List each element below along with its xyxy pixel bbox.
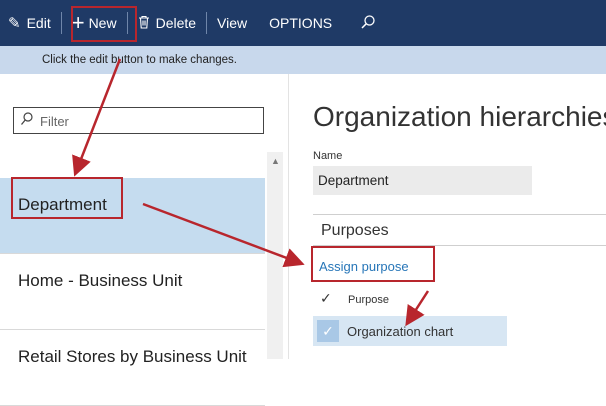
name-field[interactable]: Department xyxy=(313,166,532,195)
pencil-icon: ✎ xyxy=(8,14,21,32)
filter-box[interactable] xyxy=(13,107,264,134)
filter-search-icon xyxy=(20,112,33,125)
delete-button[interactable]: Delete xyxy=(130,0,204,46)
options-button-label: OPTIONS xyxy=(269,15,333,31)
search-button[interactable] xyxy=(340,0,384,46)
trash-icon xyxy=(138,15,150,32)
list-item-label: Retail Stores by Business Unit xyxy=(18,347,247,366)
page-title: Organization hierarchies xyxy=(313,101,606,132)
view-button[interactable]: View xyxy=(209,0,255,46)
select-all-check-icon[interactable]: ✓ xyxy=(320,290,332,307)
filter-input[interactable] xyxy=(38,109,262,134)
table-row[interactable]: ✓ Organization chart xyxy=(313,316,507,346)
purposes-section-title[interactable]: Purposes xyxy=(321,222,389,240)
options-button[interactable]: OPTIONS xyxy=(255,0,340,46)
edit-button[interactable]: ✎ Edit xyxy=(0,0,59,46)
section-divider xyxy=(313,214,606,215)
assign-purpose-callout xyxy=(311,246,435,282)
list-item[interactable]: Home - Business Unit xyxy=(0,254,265,330)
info-message-bar: Click the edit button to make changes. xyxy=(0,46,606,74)
purpose-grid-header: ✓ Purpose xyxy=(313,288,507,312)
view-button-label: View xyxy=(217,15,248,31)
list-item-label: Home - Business Unit xyxy=(18,271,183,290)
search-icon xyxy=(360,14,376,33)
department-callout xyxy=(11,177,123,219)
new-button-callout xyxy=(71,6,137,42)
name-field-label: Name xyxy=(313,150,343,162)
list-item[interactable]: Retail Stores by Business Unit xyxy=(0,330,265,406)
delete-button-label: Delete xyxy=(155,15,197,31)
purpose-column-header[interactable]: Purpose xyxy=(348,294,389,306)
info-message-text: Click the edit button to make changes. xyxy=(42,54,237,66)
toolbar-separator xyxy=(60,12,62,34)
toolbar-separator xyxy=(206,12,208,34)
scroll-up-icon[interactable]: ▲ xyxy=(271,156,280,166)
row-checkbox[interactable]: ✓ xyxy=(317,320,339,342)
edit-button-label: Edit xyxy=(26,15,51,31)
purpose-cell: Organization chart xyxy=(347,324,454,339)
list-scrollbar[interactable]: ▲ xyxy=(267,152,283,359)
